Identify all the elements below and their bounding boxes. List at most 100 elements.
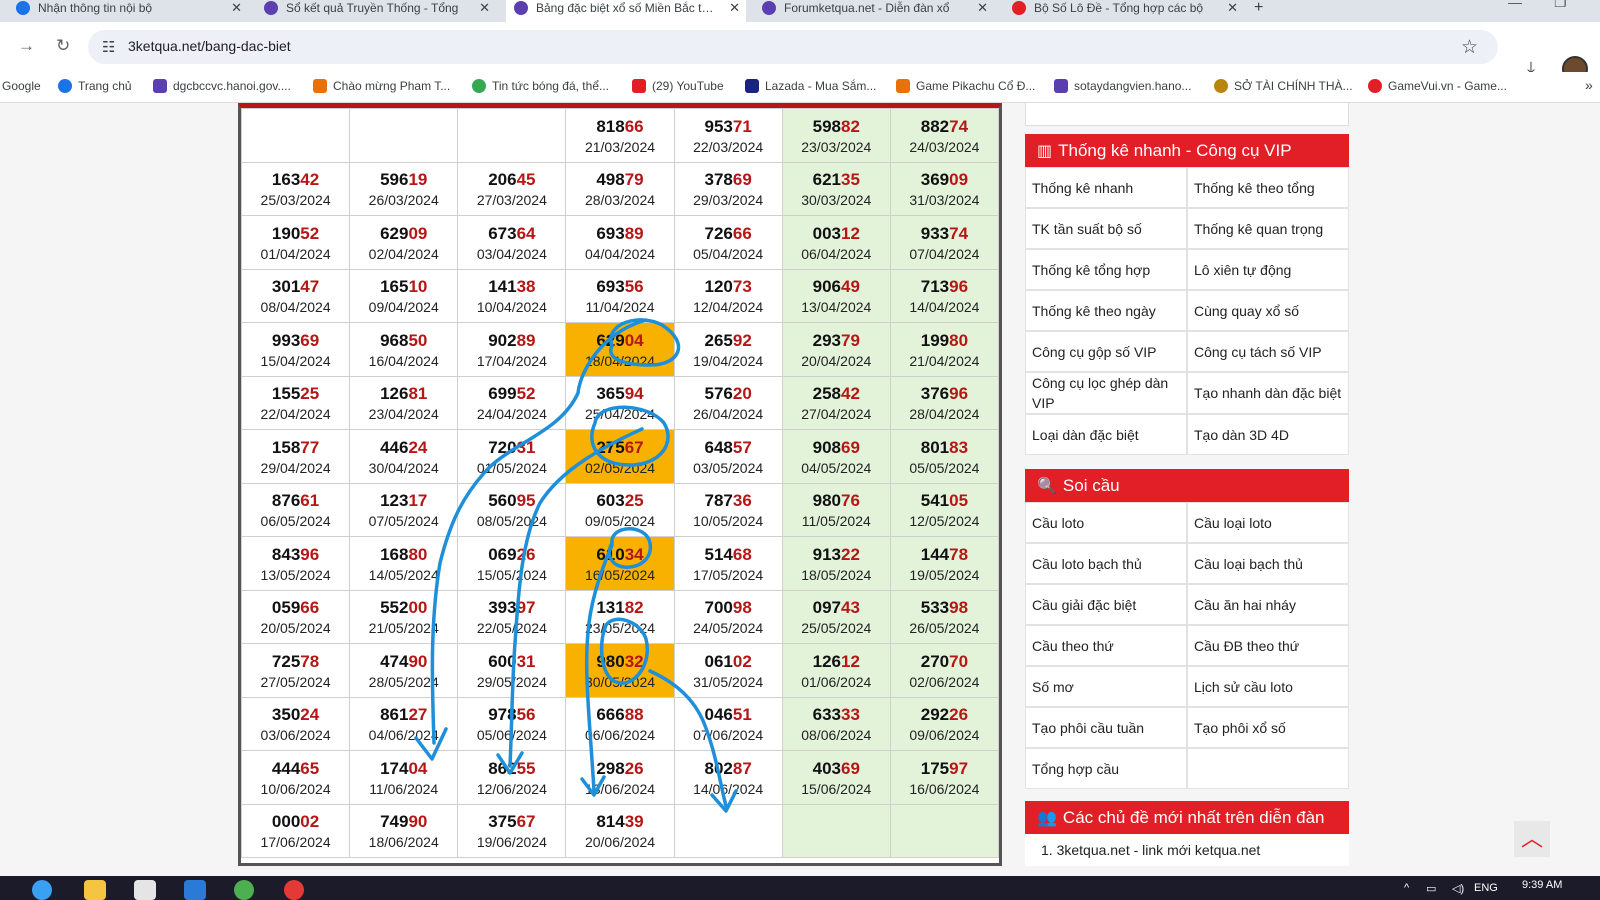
- sidebar-link[interactable]: Tạo phôi cầu tuần: [1025, 707, 1187, 748]
- volume-icon[interactable]: ◁): [1452, 882, 1464, 895]
- sidebar-link[interactable]: Loại dàn đặc biệt: [1025, 414, 1187, 455]
- sidebar-link[interactable]: Công cụ gộp số VIP: [1025, 331, 1187, 372]
- sidebar-link[interactable]: Thống kê quan trọng: [1187, 208, 1349, 249]
- sidebar-link[interactable]: Lô xiên tự động: [1187, 249, 1349, 290]
- app-icon[interactable]: [234, 880, 254, 900]
- url-text[interactable]: 3ketqua.net/bang-dac-biet: [128, 38, 291, 54]
- result-cell: 06102 31/05/2024: [673, 643, 783, 698]
- sidebar-link[interactable]: Cùng quay xổ số: [1187, 290, 1349, 331]
- forward-icon[interactable]: →: [18, 36, 35, 56]
- browser-tab[interactable]: Nhận thông tin nội bộ ✕: [10, 0, 248, 22]
- close-tab-icon[interactable]: ✕: [977, 0, 988, 16]
- result-cell: 04651 07/06/2024: [673, 696, 783, 751]
- reload-icon[interactable]: ↻: [56, 36, 70, 56]
- sidebar-link[interactable]: Tạo nhanh dàn đặc biệt: [1187, 372, 1349, 414]
- tab-favicon-icon: [264, 1, 278, 15]
- result-date: 22/04/2024: [260, 406, 331, 423]
- sidebar-link[interactable]: Tổng hợp cầu: [1025, 748, 1187, 789]
- url-bar[interactable]: ☷ 3ketqua.net/bang-dac-biet ☆: [88, 30, 1498, 64]
- browser-tab[interactable]: Sổ kết quả Truyền Thống - Tổng ✕: [256, 0, 496, 22]
- sidebar-link[interactable]: Lịch sử cầu loto: [1187, 666, 1349, 707]
- close-tab-icon[interactable]: ✕: [231, 0, 242, 16]
- sidebar-link[interactable]: Cầu ĐB theo thứ: [1187, 625, 1349, 666]
- forum-topic-link[interactable]: 1. 3ketqua.net - link mới ketqua.net: [1025, 834, 1349, 866]
- sidebar-link[interactable]: Số mơ: [1025, 666, 1187, 707]
- bookmark-sotaydangvien[interactable]: sotaydangvien.hano...: [1054, 79, 1191, 93]
- number-head: 693: [596, 277, 625, 297]
- result-cell: 59619 26/03/2024: [349, 161, 459, 216]
- result-cell: 39397 22/05/2024: [457, 589, 567, 644]
- language-indicator[interactable]: ENG: [1474, 882, 1498, 894]
- bookmark-tin-tuc[interactable]: Tin tức bóng đá, thể...: [472, 79, 609, 93]
- tray-chevron-icon[interactable]: ^: [1404, 882, 1409, 894]
- store-icon[interactable]: [134, 880, 156, 900]
- site-settings-icon[interactable]: ☷: [102, 38, 115, 56]
- sidebar-link[interactable]: Thống kê nhanh: [1025, 167, 1187, 208]
- result-date: 05/05/2024: [909, 459, 980, 476]
- result-cell: 90649 13/04/2024: [781, 268, 891, 323]
- result-number: 57620: [675, 383, 782, 404]
- chrome-icon[interactable]: [284, 880, 304, 900]
- site-favicon-icon: [472, 79, 486, 93]
- minimize-icon[interactable]: —: [1508, 0, 1522, 10]
- bookmark-google[interactable]: Google: [2, 79, 41, 93]
- sidebar-link[interactable]: Cầu loại loto: [1187, 502, 1349, 543]
- number-tail: 73: [732, 277, 752, 297]
- result-date: 14/04/2024: [909, 299, 980, 316]
- sidebar-link[interactable]: Thống kê tổng hợp: [1025, 249, 1187, 290]
- windows-start-icon[interactable]: [32, 880, 52, 900]
- browser-tab-active[interactable]: Bảng đặc biệt xổ số Miền Bắc tuần ✕: [506, 0, 746, 22]
- more-bookmarks-icon[interactable]: »: [1585, 77, 1593, 93]
- bookmark-dgcbccvc[interactable]: dgcbccvc.hanoi.gov....: [153, 79, 291, 93]
- close-tab-icon[interactable]: ✕: [729, 0, 740, 16]
- close-tab-icon[interactable]: ✕: [479, 0, 490, 16]
- sidebar-link[interactable]: Công cụ lọc ghép dàn VIP: [1025, 372, 1187, 414]
- scroll-to-top-button[interactable]: ︿: [1514, 821, 1550, 857]
- restore-icon[interactable]: ❐: [1554, 0, 1567, 11]
- browser-tab[interactable]: Bộ Số Lô Đề - Tổng hợp các bộ ✕: [1004, 0, 1244, 22]
- result-number: 96850: [350, 330, 457, 351]
- search-plus-icon: 🔍: [1037, 477, 1057, 495]
- file-explorer-icon[interactable]: [84, 880, 106, 900]
- sidebar-link[interactable]: Tạo phôi xổ số: [1187, 707, 1349, 748]
- bookmark-youtube[interactable]: (29) YouTube: [632, 79, 724, 93]
- bookmark-lazada[interactable]: Lazada - Mua Sắm...: [745, 79, 876, 93]
- network-icon[interactable]: ▭: [1426, 882, 1436, 895]
- result-number: 98076: [783, 490, 890, 511]
- sidebar-link[interactable]: Cầu theo thứ: [1025, 625, 1187, 666]
- sidebar-link[interactable]: TK tần suất bộ số: [1025, 208, 1187, 249]
- bookmark-so-tai-chinh[interactable]: SỞ TÀI CHÍNH THÀ...: [1214, 79, 1353, 93]
- sidebar-link[interactable]: Thống kê theo tổng: [1187, 167, 1349, 208]
- result-cell: 78736 10/05/2024: [673, 482, 783, 537]
- result-date: 07/06/2024: [693, 727, 764, 744]
- sidebar-link[interactable]: Cầu ăn hai nháy: [1187, 584, 1349, 625]
- bar-chart-icon: ▥: [1037, 142, 1053, 160]
- new-tab-button[interactable]: +: [1254, 0, 1274, 22]
- clock[interactable]: 9:39 AM: [1522, 879, 1562, 891]
- sidebar-link[interactable]: Cầu loại bạch thủ: [1187, 543, 1349, 584]
- sidebar-link[interactable]: Cầu loto bạch thủ: [1025, 543, 1187, 584]
- result-date: 27/05/2024: [260, 673, 331, 690]
- result-number: 19980: [891, 330, 998, 351]
- mail-icon[interactable]: [184, 880, 206, 900]
- close-tab-icon[interactable]: ✕: [1227, 0, 1238, 16]
- sidebar-link[interactable]: Cầu giải đặc biệt: [1025, 584, 1187, 625]
- number-head: 818: [596, 116, 625, 136]
- bookmark-pikachu[interactable]: Game Pikachu Cổ Đ...: [896, 79, 1035, 93]
- result-date: 24/04/2024: [476, 406, 547, 423]
- bookmark-gamevui[interactable]: GameVui.vn - Game...: [1368, 79, 1507, 93]
- sidebar-link[interactable]: Cầu loto: [1025, 502, 1187, 543]
- result-number: 17404: [350, 758, 457, 779]
- number-tail: 64: [516, 223, 536, 243]
- sidebar-link[interactable]: Tạo dàn 3D 4D: [1187, 414, 1349, 455]
- bookmark-star-icon[interactable]: ☆: [1461, 36, 1478, 59]
- result-date: 27/03/2024: [476, 192, 547, 209]
- sidebar-link[interactable]: Công cụ tách số VIP: [1187, 331, 1349, 372]
- number-tail: 90: [408, 651, 428, 671]
- sidebar-link[interactable]: Thống kê theo ngày: [1025, 290, 1187, 331]
- number-head: 097: [812, 598, 841, 618]
- bookmark-chao-mung[interactable]: Chào mừng Pham T...: [313, 79, 450, 93]
- results-row: 15525 22/04/2024 12681 23/04/2024 69952 24/04…: [240, 375, 1000, 430]
- bookmark-trang-chu[interactable]: Trang chủ: [58, 79, 132, 93]
- browser-tab[interactable]: Forumketqua.net - Diễn đàn xổ ✕: [754, 0, 994, 22]
